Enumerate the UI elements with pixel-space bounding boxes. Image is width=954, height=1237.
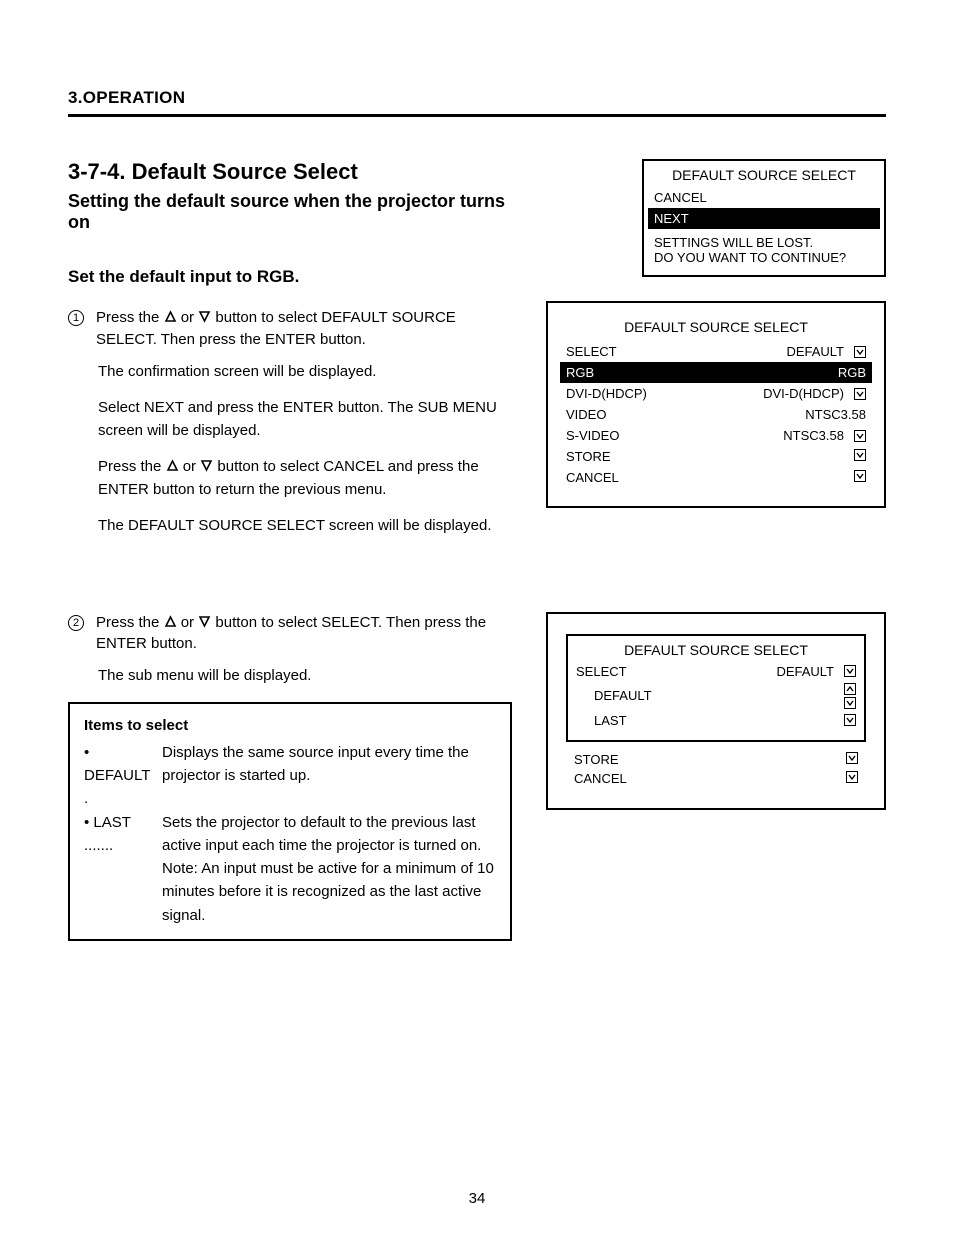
menu-panel-submenu: DEFAULT SOURCE SELECT SELECT DEFAULT DEF… (546, 612, 886, 810)
chevron-down-icon (844, 714, 856, 726)
page-number: 34 (0, 1190, 954, 1207)
infobox-label: LAST ....... (84, 811, 156, 927)
menu-panel-confirm: DEFAULT SOURCE SELECT CANCEL NEXT SETTIN… (642, 159, 886, 277)
triangle-up-icon (166, 459, 179, 472)
menu-row-next-selected[interactable]: NEXT (648, 208, 880, 229)
menu-sub-row[interactable]: DEFAULT (576, 681, 856, 711)
page-title: 3-7-4. Default Source Select (68, 159, 512, 185)
chevron-down-icon (854, 346, 866, 358)
infobox-desc: Sets the projector to default to the pre… (162, 811, 496, 927)
step-1: 1 Press the or button to select DEFAULT … (68, 307, 512, 351)
triangle-up-icon (164, 615, 177, 628)
left-col-1: 3-7-4. Default Source Select Setting the… (68, 159, 512, 552)
chevron-down-icon (854, 430, 866, 442)
page-subtitle: Setting the default source when the proj… (68, 191, 512, 233)
menu-sub-row[interactable]: LAST (576, 711, 856, 730)
step2-or: or (181, 614, 194, 631)
triangle-up-icon (164, 310, 177, 323)
chevron-down-icon (854, 388, 866, 400)
right-col-2: DEFAULT SOURCE SELECT SELECT DEFAULT DEF… (546, 612, 886, 834)
menu-row[interactable]: S-VIDEO NTSC3.58 (566, 425, 866, 446)
infobox-label: DEFAULT . (84, 741, 156, 811)
chevron-down-icon (844, 665, 856, 677)
step-number-2-icon: 2 (68, 615, 84, 631)
menu-row-cancel[interactable]: CANCEL (654, 187, 874, 208)
infobox-row: LAST ....... Sets the projector to defau… (84, 811, 496, 927)
section-header: 3.OPERATION (68, 88, 886, 117)
menu-row[interactable]: DVI-D(HDCP) DVI-D(HDCP) (566, 383, 866, 404)
sec1-p2: Select NEXT and press the ENTER button. … (98, 397, 512, 442)
chevron-down-icon (854, 470, 866, 482)
chevron-up-icon (844, 683, 856, 695)
infobox-title: Items to select (84, 714, 496, 737)
triangle-down-icon (198, 310, 211, 323)
confirm-msg1: SETTINGS WILL BE LOST. (654, 235, 874, 250)
chevron-down-icon (846, 752, 858, 764)
menu-row[interactable]: CANCEL (566, 467, 866, 488)
confirm-msg2: DO YOU WANT TO CONTINUE? (654, 250, 874, 265)
step1-or: or (181, 309, 194, 326)
chevron-down-icon (846, 771, 858, 783)
menu-row[interactable]: SELECT DEFAULT (566, 341, 866, 362)
sec1-note: Press the or button to select CANCEL and… (98, 456, 512, 501)
chevron-down-icon (854, 449, 866, 461)
menu-row[interactable]: VIDEO NTSC3.58 (566, 404, 866, 425)
sec2-p1: The sub menu will be displayed. (98, 665, 512, 688)
menu-row[interactable]: CANCEL (574, 769, 858, 788)
step2-pre: Press the (96, 614, 159, 631)
menu-row-selected[interactable]: RGB RGB (560, 362, 872, 383)
menu-title: DEFAULT SOURCE SELECT (564, 319, 868, 337)
sec1-heading: Set the default input to RGB. (68, 267, 512, 287)
right-col-1: DEFAULT SOURCE SELECT CANCEL NEXT SETTIN… (546, 159, 886, 532)
infobox-desc: Displays the same source input every tim… (162, 741, 496, 811)
step-2: 2 Press the or button to select SELECT. … (68, 612, 512, 656)
menu-row[interactable]: STORE (574, 750, 858, 769)
triangle-down-icon (198, 615, 211, 628)
menu-title: DEFAULT SOURCE SELECT (644, 161, 884, 185)
items-to-select-box: Items to select DEFAULT . Displays the s… (68, 702, 512, 941)
sec1-p3: The DEFAULT SOURCE SELECT screen will be… (98, 515, 512, 538)
step-number-1-icon: 1 (68, 310, 84, 326)
left-col-2: 2 Press the or button to select SELECT. … (68, 612, 512, 941)
step1-pre: Press the (96, 309, 159, 326)
triangle-down-icon (200, 459, 213, 472)
menu-panel-sourceselect: DEFAULT SOURCE SELECT SELECT DEFAULT RGB… (546, 301, 886, 508)
infobox-row: DEFAULT . Displays the same source input… (84, 741, 496, 811)
menu-row[interactable]: SELECT DEFAULT (576, 662, 856, 681)
menu-title: DEFAULT SOURCE SELECT (576, 642, 856, 662)
chevron-down-icon (844, 697, 856, 709)
sec1-p1: The confirmation screen will be displaye… (98, 361, 512, 384)
menu-row[interactable]: STORE (566, 446, 866, 467)
